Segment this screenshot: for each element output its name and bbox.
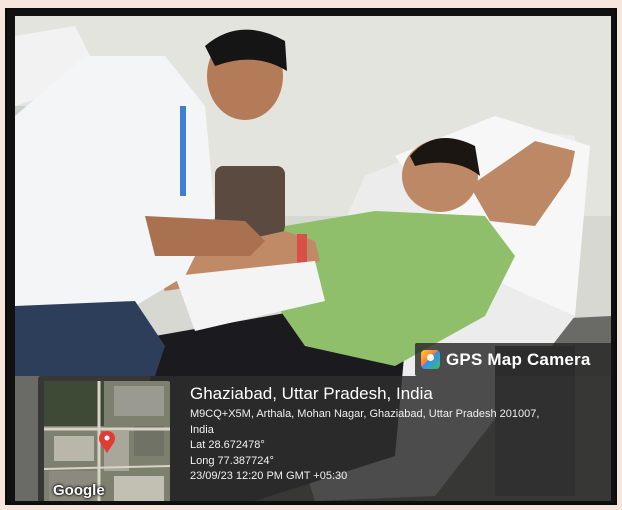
timestamp: 23/09/23 12:20 PM GMT +05:30 <box>190 470 348 482</box>
address-line-1: M9CQ+X5M, Arthala, Mohan Nagar, Ghaziaba… <box>190 408 540 420</box>
longitude: Long 77.387724° <box>190 454 274 467</box>
gps-map-camera-badge: GPS Map Camera <box>415 343 611 376</box>
photo-frame: GPS Map Camera Google Ghaziabad, Uttar P… <box>5 8 617 505</box>
location-details: Ghaziabad, Uttar Pradesh, India M9CQ+X5M… <box>190 384 611 485</box>
address-line-2: India <box>190 423 214 436</box>
location-title: Ghaziabad, Uttar Pradesh, India <box>190 384 433 403</box>
gps-map-camera-icon <box>421 350 440 369</box>
latitude: Lat 28.672478° <box>190 439 265 451</box>
app-label: GPS Map Camera <box>446 349 591 369</box>
map-thumbnail: Google <box>44 381 170 501</box>
location-info-panel: Google Ghaziabad, Uttar Pradesh, India M… <box>38 376 611 501</box>
google-logo: Google <box>53 482 105 499</box>
photo: GPS Map Camera Google Ghaziabad, Uttar P… <box>15 16 611 501</box>
